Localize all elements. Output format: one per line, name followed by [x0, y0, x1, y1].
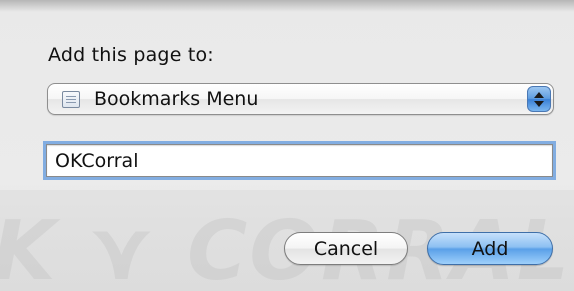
chevron-down-icon: [534, 101, 544, 107]
bookmark-name-field[interactable]: [46, 144, 553, 177]
add-bookmark-sheet: K ⋎ CORRAL Add this page to: Bookmarks M…: [0, 0, 574, 291]
add-to-label: Add this page to:: [48, 44, 214, 66]
sheet-top-shadow: [0, 0, 574, 12]
add-button[interactable]: Add: [427, 232, 553, 265]
popup-stepper-icon[interactable]: [527, 86, 551, 112]
chevron-up-icon: [534, 92, 544, 98]
bookmark-location-popup[interactable]: Bookmarks Menu: [47, 83, 554, 115]
bookmarks-folder-icon: [62, 91, 80, 108]
bookmark-location-value: Bookmarks Menu: [94, 88, 259, 110]
cancel-button[interactable]: Cancel: [284, 232, 408, 265]
